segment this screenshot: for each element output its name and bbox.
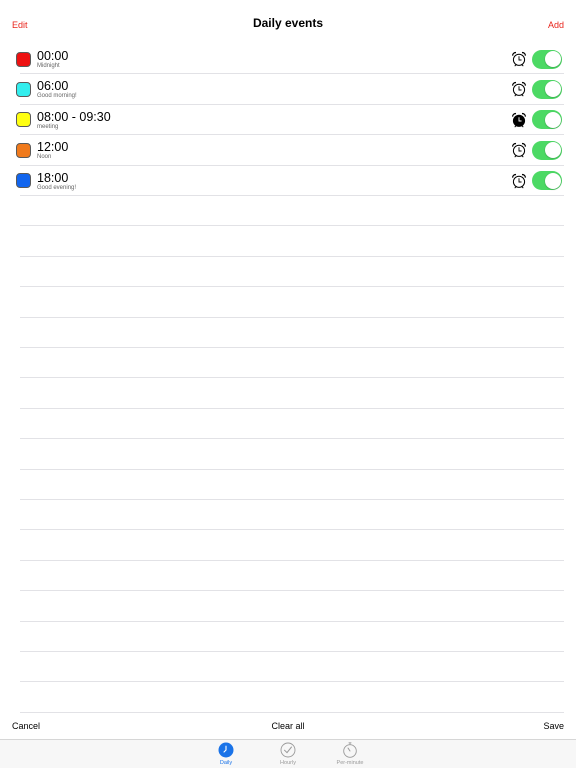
empty-list-area (0, 196, 576, 716)
daily-events-screen: Edit Daily events Add 00:00 Midnight 06:… (0, 0, 576, 768)
row-divider (20, 468, 564, 470)
event-subtitle: Noon (37, 154, 52, 161)
row-divider (20, 681, 564, 683)
event-toggle[interactable] (532, 79, 562, 99)
toggle-knob (544, 172, 561, 189)
check-icon (280, 742, 296, 758)
event-toggle[interactable] (532, 49, 562, 69)
tab-label: Daily (219, 760, 233, 766)
page-title: Daily events (252, 16, 324, 30)
tab-daily[interactable]: Daily (206, 742, 246, 768)
toggle-knob (544, 51, 561, 67)
event-time: 00:00 (37, 49, 69, 63)
event-row[interactable]: 06:00 Good morning! (0, 74, 576, 105)
tab-bar: Daily Hourly Per-minute (0, 739, 576, 768)
toggle-knob (544, 111, 561, 128)
toggle-knob (544, 81, 561, 98)
tab-label: Per-minute (336, 760, 364, 766)
alarm-clock-icon[interactable] (511, 112, 527, 128)
row-divider (20, 499, 564, 500)
event-subtitle: Midnight (37, 63, 60, 69)
clear-all-button[interactable]: Clear all (0, 721, 576, 731)
stopwatch-icon (343, 742, 357, 758)
event-time: 06:00 (37, 79, 69, 94)
row-divider (20, 225, 564, 227)
clock-icon (218, 742, 234, 758)
row-divider (20, 651, 564, 652)
row-divider (20, 559, 564, 561)
event-row[interactable]: 08:00 - 09:30 meeting (0, 105, 576, 136)
save-button[interactable]: Save (543, 721, 564, 731)
event-subtitle: Good morning! (37, 93, 77, 100)
row-divider (20, 620, 564, 622)
event-toggle[interactable] (532, 171, 562, 191)
tab-label: Hourly (280, 760, 296, 766)
row-divider (20, 529, 564, 531)
row-divider (20, 255, 564, 257)
toggle-knob (544, 142, 561, 159)
row-divider (20, 711, 564, 713)
row-divider (20, 407, 564, 409)
event-time: 12:00 (37, 140, 69, 155)
bottom-toolbar: Cancel Clear all Save (0, 716, 576, 738)
color-swatch[interactable] (16, 173, 31, 189)
row-divider (20, 590, 564, 592)
event-row[interactable]: 12:00 Noon (0, 135, 576, 166)
alarm-clock-icon[interactable] (511, 173, 527, 189)
event-row[interactable]: 18:00 Good evening! (0, 166, 576, 196)
row-divider (20, 316, 564, 318)
add-button[interactable]: Add (548, 20, 564, 30)
color-swatch[interactable] (16, 51, 31, 67)
navigation-bar: Edit Daily events Add (0, 0, 576, 44)
row-divider (20, 347, 564, 348)
row-divider (20, 286, 564, 288)
event-time: 08:00 - 09:30 (37, 109, 111, 124)
color-swatch[interactable] (16, 112, 31, 128)
row-divider (20, 377, 564, 379)
event-row[interactable]: 00:00 Midnight (0, 44, 576, 75)
event-time: 18:00 (37, 170, 69, 185)
row-divider (20, 438, 564, 440)
event-subtitle: meeting (37, 123, 59, 130)
color-swatch[interactable] (16, 81, 31, 97)
alarm-clock-icon[interactable] (511, 142, 527, 158)
tab-hourly[interactable]: Hourly (268, 742, 308, 768)
color-swatch[interactable] (16, 142, 31, 158)
event-toggle[interactable] (532, 110, 562, 130)
tab-per-minute[interactable]: Per-minute (330, 742, 370, 768)
alarm-clock-icon[interactable] (511, 81, 527, 97)
alarm-clock-icon[interactable] (511, 51, 527, 67)
event-list: 00:00 Midnight 06:00 Good morning! 08:00… (0, 44, 576, 196)
event-toggle[interactable] (532, 140, 562, 160)
event-subtitle: Good evening! (37, 184, 77, 191)
